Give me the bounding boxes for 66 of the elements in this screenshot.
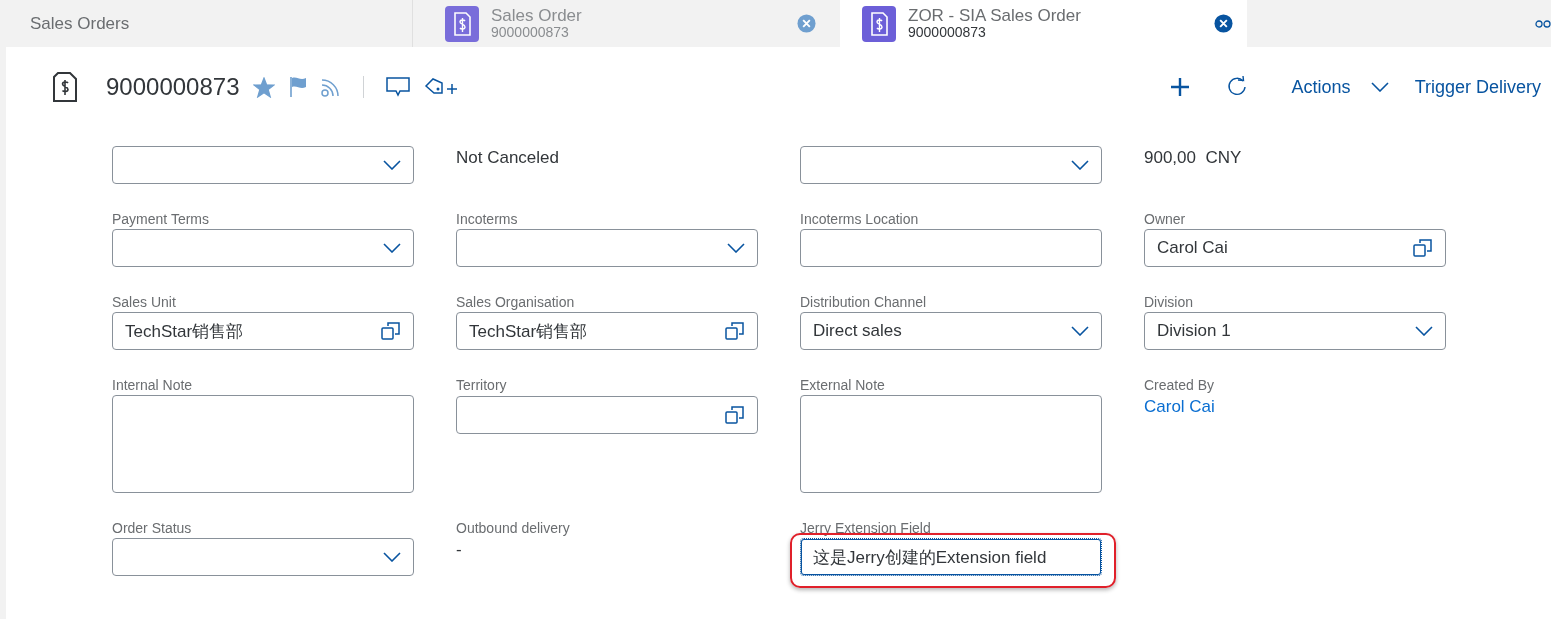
field-label: Incoterms [456,210,519,228]
text-area[interactable] [112,395,414,493]
dropdown-field[interactable]: Division 1 [1144,312,1446,350]
field-label: Order Status [112,519,193,537]
field-label: Sales Unit [112,293,177,311]
value-help-icon[interactable] [725,405,745,425]
plus-icon [1169,77,1190,97]
field-value: Not Canceled [456,148,560,168]
chevron-down-icon [383,552,401,562]
chevron-down-icon [727,243,745,253]
overflow-icon[interactable] [1535,20,1551,28]
field-label: Payment Terms [112,210,210,228]
field-label: Created By [1144,376,1216,394]
document-icon [862,5,896,42]
user-link[interactable]: Carol Cai [1144,397,1215,417]
comment-icon[interactable] [386,77,411,97]
field-label: Territory [456,376,508,394]
chevron-down-icon [1071,160,1089,170]
input-field[interactable]: TechStar销售部 [112,312,414,350]
input-field[interactable]: Carol Cai [1144,229,1446,267]
input-field[interactable]: 这是Jerry创建的Extension field [800,538,1102,576]
chevron-down-icon [1071,326,1089,336]
dropdown-field[interactable]: Direct sales [800,312,1102,350]
close-icon[interactable] [1214,14,1233,33]
dropdown-field[interactable] [112,538,414,576]
value-help-icon[interactable] [381,321,401,341]
chevron-down-icon [383,160,401,170]
document-icon [52,71,78,103]
star-icon[interactable] [253,76,276,98]
field-label: Distribution Channel [800,293,928,311]
rss-icon[interactable] [321,77,342,97]
tab[interactable]: ZOR - SIA Sales Order 9000000873 [840,0,1247,47]
field-label: Outbound delivery [456,519,571,537]
field-label: Jerry Extension Field [800,519,932,537]
value-help-icon[interactable] [725,321,745,341]
trigger-delivery-button[interactable]: Trigger Delivery [1388,76,1541,98]
dropdown-field[interactable] [456,229,758,267]
field-label: Division [1144,293,1194,311]
input-field[interactable] [456,396,758,434]
value-help-icon[interactable] [1413,238,1433,258]
field-label: Incoterms Location [800,210,920,228]
tab-title: ZOR - SIA Sales Order [908,7,1082,24]
field-value: 900,00 CNY [1144,148,1243,168]
dropdown-field[interactable] [800,146,1102,184]
dropdown-field[interactable] [112,146,414,184]
actions-menu-button[interactable]: Actions [1265,76,1389,98]
input-field[interactable] [800,229,1102,267]
refresh-icon [1225,76,1248,98]
chevron-down-icon [1415,326,1433,336]
field-label: Internal Note [112,376,194,394]
add-tag-icon[interactable] [424,77,459,97]
tab-title: Sales Order [491,7,583,24]
field-label: Sales Organisation [456,293,576,311]
tab-subtitle: 9000000873 [908,23,987,40]
field-value: - [456,540,463,560]
tab-subtitle: 9000000873 [491,23,570,40]
chevron-down-icon [383,243,401,253]
field-label: Owner [1144,210,1187,228]
dropdown-field[interactable] [112,229,414,267]
text-area[interactable] [800,395,1102,493]
object-title: 9000000873 [106,73,240,101]
document-icon [445,5,479,42]
chevron-down-icon [1370,82,1389,92]
field-label: External Note [800,376,886,394]
flag-icon[interactable] [289,76,308,98]
input-field[interactable]: TechStar销售部 [456,312,758,350]
